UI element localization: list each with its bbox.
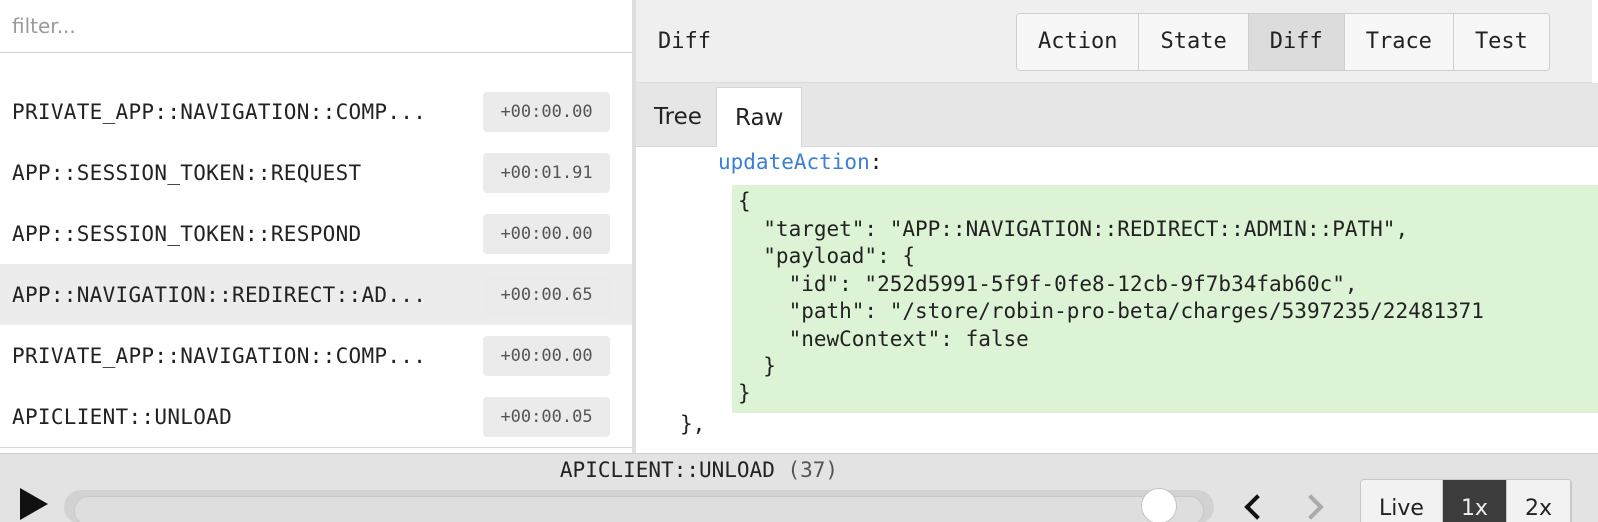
action-name: PRIVATE_APP::NAVIGATION::COMP... xyxy=(12,100,427,124)
action-time-badge: +00:00.65 xyxy=(483,275,610,315)
diff-key-colon: : xyxy=(869,150,883,174)
code-line: "target": "APP::NAVIGATION::REDIRECT::AD… xyxy=(738,217,1409,241)
tab-tree[interactable]: Tree xyxy=(636,87,720,147)
action-time-badge: +00:00.00 xyxy=(483,336,610,376)
action-list-item[interactable]: APP::NAVIGATION::REDIRECT::AD... +00:00.6… xyxy=(0,264,632,326)
diff-view-tabs: Tree Raw xyxy=(636,83,1598,147)
code-line: "payload": { xyxy=(738,244,916,268)
action-time-badge: +00:00.00 xyxy=(483,214,610,254)
speed-selector: Live 1x 2x xyxy=(1360,479,1572,522)
raw-diff-view: updateAction: { "target": "APP::NAVIGATI… xyxy=(636,148,1598,453)
current-action-index: (37) xyxy=(787,458,839,482)
code-line: "id": "252d5991-5f9f-0fe8-12cb-9f7b34fab… xyxy=(738,272,1358,296)
tab-test[interactable]: Test xyxy=(1453,14,1549,70)
action-name: APP::SESSION_TOKEN::RESPOND xyxy=(12,222,362,246)
diff-key-line: updateAction: xyxy=(718,148,882,176)
action-list-item[interactable]: PRIVATE_APP::NAVIGATION::COMP... +00:00.0… xyxy=(0,325,632,387)
chevron-left-icon[interactable] xyxy=(1244,494,1270,520)
action-list: APP::NAVIGATION::HISTORY::REP...+00:00.0… xyxy=(0,0,632,453)
speed-2x[interactable]: 2x xyxy=(1506,480,1571,522)
tab-state[interactable]: State xyxy=(1139,14,1249,70)
action-time-badge: +00:00.05 xyxy=(483,397,610,437)
action-name: APICLIENT::UNLOAD xyxy=(12,405,233,429)
code-line: { xyxy=(738,189,751,213)
slider-rail xyxy=(74,496,1204,522)
action-list-panel: APP::NAVIGATION::HISTORY::REP...+00:00.0… xyxy=(0,0,634,453)
action-list-item[interactable]: PRIVATE_APP::NAVIGATION::COMP... +00:00.0… xyxy=(0,81,632,143)
monitor-panel: Diff Action State Diff Trace Test Tree R… xyxy=(636,0,1598,453)
speed-1x[interactable]: 1x xyxy=(1442,480,1507,522)
action-list-item[interactable]: APP::SESSION_TOKEN::REQUEST +00:01.91 xyxy=(0,142,632,204)
code-line: "newContext": false xyxy=(738,327,1029,351)
action-list-item[interactable]: APICLIENT::UNLOAD +00:00.05 xyxy=(0,386,632,448)
action-name: APP::NAVIGATION::REDIRECT::AD... xyxy=(12,283,427,307)
action-time-badge: +00:01.91 xyxy=(483,153,610,193)
filter-input[interactable] xyxy=(0,0,632,53)
slider-bar: APICLIENT::UNLOAD (37) Live 1x 2x xyxy=(0,453,1598,522)
code-line: } xyxy=(738,354,776,378)
diff-key: updateAction xyxy=(718,150,870,174)
chevron-right-icon[interactable] xyxy=(1298,494,1324,520)
code-line: } xyxy=(738,381,751,405)
tab-trace[interactable]: Trace xyxy=(1344,14,1454,70)
monitor-header: Diff Action State Diff Trace Test xyxy=(636,0,1598,83)
action-time-badge: +00:00.00 xyxy=(483,92,610,132)
monitor-tabs: Action State Diff Trace Test xyxy=(1016,13,1550,71)
action-name: APP::SESSION_TOKEN::REQUEST xyxy=(12,161,362,185)
play-icon[interactable] xyxy=(20,488,48,520)
speed-live[interactable]: Live xyxy=(1361,480,1443,522)
monitor-title: Diff xyxy=(658,29,711,54)
code-line: "path": "/store/robin-pro-beta/charges/5… xyxy=(738,299,1484,323)
action-list-item[interactable]: APP::SESSION_TOKEN::RESPOND +00:00.00 xyxy=(0,203,632,265)
slider-thumb[interactable] xyxy=(1140,488,1177,522)
action-name: PRIVATE_APP::NAVIGATION::COMP... xyxy=(12,344,427,368)
added-value-block: { "target": "APP::NAVIGATION::REDIRECT::… xyxy=(732,185,1598,413)
current-action-name: APICLIENT::UNLOAD xyxy=(559,458,775,482)
code-line-closing: }, xyxy=(680,412,706,436)
tab-diff[interactable]: Diff xyxy=(1248,14,1345,70)
tab-action[interactable]: Action xyxy=(1017,14,1140,70)
tab-raw[interactable]: Raw xyxy=(716,87,803,147)
current-action-label: APICLIENT::UNLOAD (37) xyxy=(0,458,1598,482)
monitor-scrollbar[interactable] xyxy=(1592,0,1598,83)
